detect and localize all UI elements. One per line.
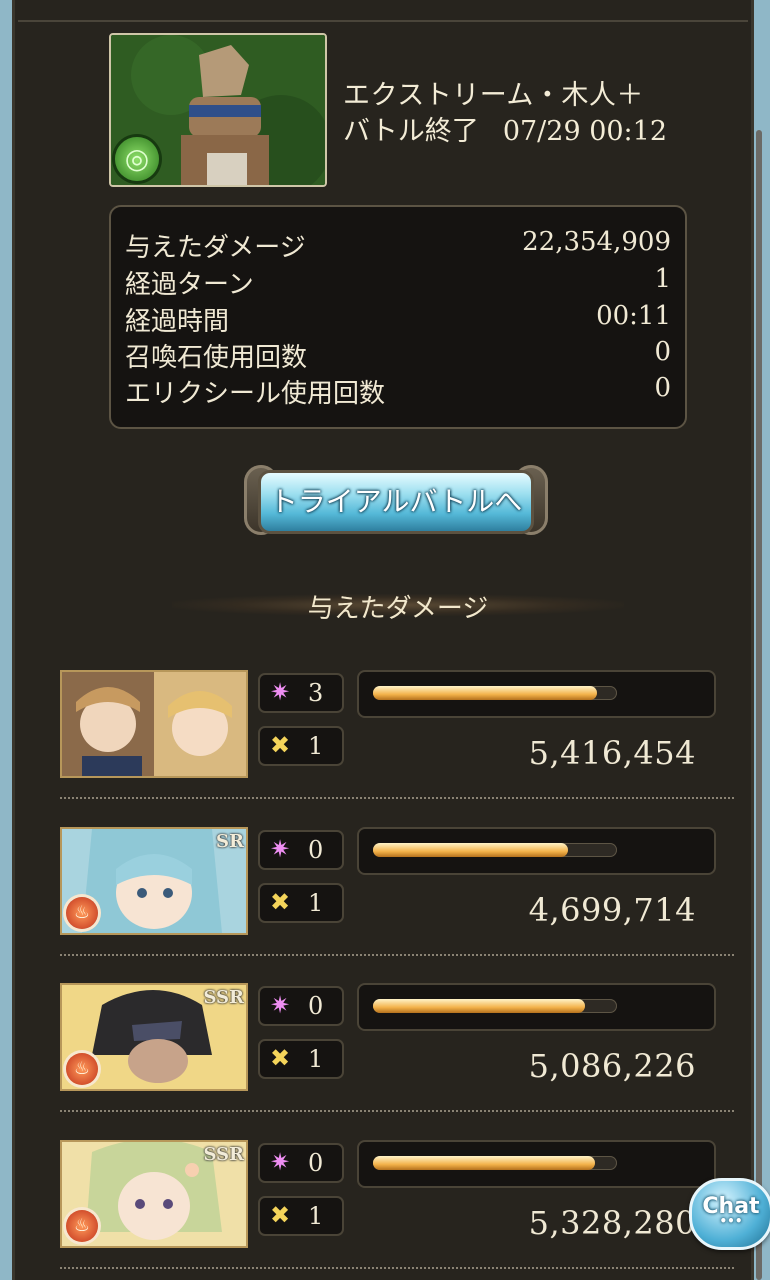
gauge-track	[373, 999, 617, 1013]
damage-section-header: 与えたダメージ	[172, 582, 624, 628]
stat-value: 1	[654, 264, 671, 294]
skill-count-badge: ✷ 0	[258, 830, 344, 870]
ougi-count: 1	[308, 732, 324, 760]
chat-button[interactable]: Chat •••	[689, 1178, 770, 1250]
stat-row-turns: 経過ターン 1	[125, 264, 671, 300]
skill-sparkle-icon: ✷	[270, 1148, 291, 1176]
damage-gauge	[357, 670, 716, 718]
fire-element-icon: ♨	[66, 1053, 98, 1085]
fire-element-icon: ♨	[66, 1210, 98, 1242]
ougi-count-badge: ✖ 1	[258, 883, 344, 923]
chat-dots-icon: •••	[719, 1214, 743, 1228]
battle-time: 07/29 00:12	[502, 116, 668, 147]
skill-count-badge: ✷ 3	[258, 673, 344, 713]
stat-value: 0	[654, 337, 671, 367]
charge-attack-icon: ✖	[270, 731, 291, 759]
gauge-fill	[373, 843, 569, 857]
wind-element-icon: ◎	[115, 137, 159, 181]
member-portrait[interactable]: SR ♨	[60, 827, 248, 935]
skill-count: 0	[308, 1149, 324, 1177]
divider	[60, 1267, 734, 1269]
ougi-count-badge: ✖ 1	[258, 1196, 344, 1236]
charge-attack-icon: ✖	[270, 1044, 291, 1072]
member-portrait[interactable]: SSR ♨	[60, 983, 248, 1091]
fire-element-icon: ♨	[66, 897, 98, 929]
rarity-badge: SSR	[203, 1144, 244, 1165]
skill-sparkle-icon: ✷	[270, 835, 291, 863]
stat-row-time: 経過時間 00:11	[125, 301, 671, 337]
quest-banner: ◎	[109, 33, 327, 187]
stat-label: 召喚石使用回数	[125, 343, 308, 373]
battle-status-text: バトル終了	[343, 116, 479, 147]
member-portrait[interactable]: SSR ♨	[60, 1140, 248, 1248]
stat-label: 経過ターン	[125, 270, 254, 300]
gauge-track	[373, 686, 617, 700]
gauge-fill	[373, 686, 598, 700]
skill-count-badge: ✷ 0	[258, 1143, 344, 1183]
rarity-badge: SSR	[203, 987, 244, 1008]
charge-attack-icon: ✖	[270, 888, 291, 916]
ougi-count-badge: ✖ 1	[258, 726, 344, 766]
stat-row-summons: 召喚石使用回数 0	[125, 337, 671, 373]
skill-count: 0	[308, 992, 324, 1020]
damage-gauge	[357, 827, 716, 875]
member-portrait[interactable]	[60, 670, 248, 778]
results-panel: ◎ エクストリーム・木人＋ バトル終了 07/29 00:12 与えたダメージ 2…	[12, 0, 754, 1280]
quest-title: エクストリーム・木人＋	[343, 80, 644, 111]
stat-label: エリクシール使用回数	[125, 379, 386, 409]
stat-label: 経過時間	[125, 307, 230, 337]
divider	[60, 1110, 734, 1112]
skill-count: 0	[308, 836, 324, 864]
gauge-track	[373, 1156, 617, 1170]
stat-label: 与えたダメージ	[125, 233, 306, 263]
skill-sparkle-icon: ✷	[270, 678, 291, 706]
damage-gauge	[357, 1140, 716, 1188]
ougi-count: 1	[308, 889, 324, 917]
skill-sparkle-icon: ✷	[270, 991, 291, 1019]
ougi-count-badge: ✖ 1	[258, 1039, 344, 1079]
battle-stats: 与えたダメージ 22,354,909 経過ターン 1 経過時間 00:11 召喚…	[109, 205, 687, 429]
gauge-fill	[373, 1156, 596, 1170]
gauge-track	[373, 843, 617, 857]
divider	[60, 797, 734, 799]
party-member-row: SR ♨ ✷ 0 ✖ 1 4,699,714	[60, 827, 740, 957]
damage-gauge	[357, 983, 716, 1031]
scrollbar[interactable]	[756, 130, 762, 1280]
party-member-row: SSR ♨ ✷ 0 ✖ 1 5,086,226	[60, 983, 740, 1113]
stat-row-damage: 与えたダメージ 22,354,909	[125, 227, 671, 263]
charge-attack-icon: ✖	[270, 1201, 291, 1229]
skill-count-badge: ✷ 0	[258, 986, 344, 1026]
member-damage: 5,086,226	[528, 1047, 696, 1085]
rarity-badge: SR	[216, 831, 244, 852]
divider	[60, 954, 734, 956]
stat-value: 00:11	[596, 301, 671, 331]
stat-value: 0	[654, 373, 671, 403]
stat-row-elixirs: エリクシール使用回数 0	[125, 373, 671, 409]
character-portrait-image	[62, 672, 246, 776]
ougi-count: 1	[308, 1202, 324, 1230]
gauge-fill	[373, 999, 586, 1013]
party-member-row: ✷ 3 ✖ 1 5,416,454	[60, 670, 740, 800]
member-damage: 5,416,454	[528, 734, 696, 772]
trial-battle-button[interactable]: トライアルバトルへ	[244, 465, 548, 535]
ougi-count: 1	[308, 1045, 324, 1073]
party-member-row: SSR ♨ ✷ 0 ✖ 1 5,328,280	[60, 1140, 740, 1270]
quest-status: バトル終了 07/29 00:12	[343, 114, 743, 150]
member-damage: 4,699,714	[528, 891, 696, 929]
damage-section-title: 与えたダメージ	[307, 594, 489, 624]
stat-value: 22,354,909	[522, 227, 671, 257]
member-damage: 5,328,280	[528, 1204, 696, 1242]
skill-count: 3	[308, 679, 324, 707]
trial-battle-label[interactable]: トライアルバトルへ	[258, 470, 534, 534]
